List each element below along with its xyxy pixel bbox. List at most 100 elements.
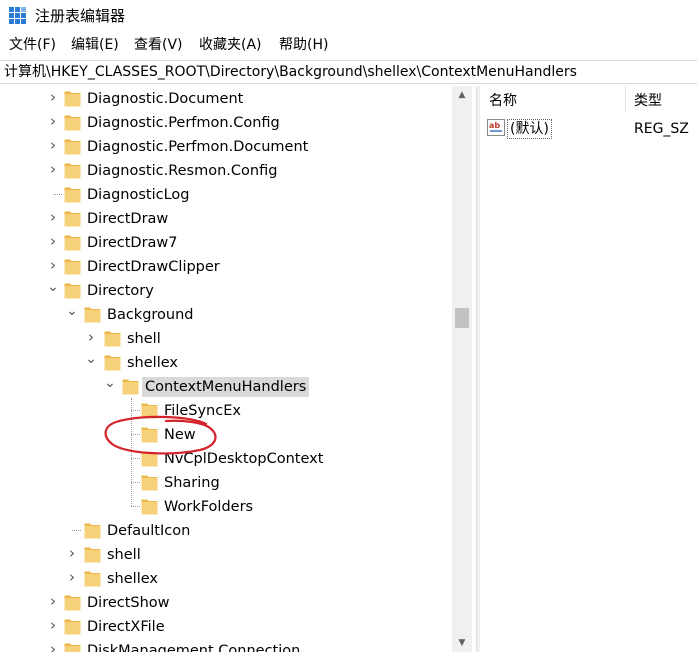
- tree-item-label: Diagnostic.Perfmon.Config: [87, 115, 280, 131]
- value-type: REG_SZ: [634, 121, 689, 137]
- chevron-right-icon[interactable]: ›: [46, 210, 60, 225]
- menu-file[interactable]: 文件(F): [9, 36, 56, 54]
- folder-icon: [84, 523, 101, 539]
- tree-item-shellex[interactable]: › shellex: [0, 567, 452, 591]
- chevron-right-icon[interactable]: ›: [46, 642, 60, 652]
- menu-edit[interactable]: 编辑(E): [71, 36, 119, 54]
- chevron-right-icon[interactable]: ›: [46, 162, 60, 177]
- tree-item-diagnostic-document[interactable]: › Diagnostic.Document: [0, 87, 452, 111]
- tree-item-label: NvCplDesktopContext: [164, 451, 324, 467]
- tree-item-diagnostic-perfmon-document[interactable]: › Diagnostic.Perfmon.Document: [0, 135, 452, 159]
- value-name[interactable]: (默认): [507, 119, 552, 139]
- chevron-right-icon[interactable]: ›: [46, 594, 60, 609]
- tree-item-diagnosticlog[interactable]: DiagnosticLog: [0, 183, 452, 207]
- address-bar[interactable]: 计算机\HKEY_CLASSES_ROOT\Directory\Backgrou…: [0, 60, 697, 84]
- tree-item-label: DirectDrawClipper: [87, 259, 220, 275]
- tree-item-directory[interactable]: ⌄ Directory: [0, 279, 452, 303]
- scrollbar-thumb[interactable]: [455, 308, 469, 328]
- tree-item-directdraw7[interactable]: › DirectDraw7: [0, 231, 452, 255]
- tree-item-filesyncex[interactable]: FileSyncEx: [0, 399, 452, 423]
- chevron-right-icon[interactable]: ›: [46, 138, 60, 153]
- folder-icon: [104, 331, 121, 347]
- window-title: 注册表编辑器: [35, 7, 126, 25]
- tree-item-label: Diagnostic.Perfmon.Document: [87, 139, 309, 155]
- tree-item-label: FileSyncEx: [164, 403, 241, 419]
- tree-item-directxfile[interactable]: › DirectXFile: [0, 615, 452, 639]
- folder-icon: [84, 571, 101, 587]
- folder-icon: [64, 259, 81, 275]
- folder-icon: [64, 163, 81, 179]
- chevron-right-icon[interactable]: ›: [46, 618, 60, 633]
- tree-item-workfolders[interactable]: WorkFolders: [0, 495, 452, 519]
- menu-bar: 文件(F) 编辑(E) 查看(V) 收藏夹(A) 帮助(H): [0, 33, 697, 57]
- folder-icon: [64, 115, 81, 131]
- menu-help[interactable]: 帮助(H): [279, 36, 328, 54]
- menu-view[interactable]: 查看(V): [134, 36, 183, 54]
- tree-item-diagnostic-perfmon-config[interactable]: › Diagnostic.Perfmon.Config: [0, 111, 452, 135]
- tree-item-nvcpldesktopcontext[interactable]: NvCplDesktopContext: [0, 447, 452, 471]
- tree-item-label: DefaultIcon: [107, 523, 191, 539]
- tree-item-new[interactable]: New: [0, 423, 452, 447]
- chevron-down-icon[interactable]: ⌄: [46, 280, 60, 297]
- chevron-right-icon[interactable]: ›: [46, 258, 60, 273]
- tree-item-label: shell: [107, 547, 141, 563]
- tree-item-background[interactable]: ⌄ Background: [0, 303, 452, 327]
- string-value-icon: ab: [487, 119, 505, 136]
- tree-item-directdrawclipper[interactable]: › DirectDrawClipper: [0, 255, 452, 279]
- column-header-type[interactable]: 类型: [634, 92, 662, 110]
- values-pane[interactable]: 名称 类型 ab (默认) REG_SZ: [480, 86, 697, 652]
- folder-icon: [141, 499, 158, 515]
- tree-item-label: Background: [107, 307, 194, 323]
- tree-item-shellex[interactable]: ⌄ shellex: [0, 351, 452, 375]
- title-bar: 注册表编辑器: [0, 0, 697, 32]
- chevron-down-icon[interactable]: ⌄: [84, 352, 98, 369]
- tree-item-label: Directory: [87, 283, 154, 299]
- tree-scrollbar[interactable]: ▲ ▼: [452, 86, 472, 652]
- folder-icon: [141, 475, 158, 491]
- registry-editor-icon: [9, 7, 26, 24]
- tree-item-diagnostic-resmon-config[interactable]: › Diagnostic.Resmon.Config: [0, 159, 452, 183]
- tree-item-shell[interactable]: › shell: [0, 327, 452, 351]
- column-divider[interactable]: [625, 86, 626, 112]
- tree-item-directshow[interactable]: › DirectShow: [0, 591, 452, 615]
- tree-item-contextmenuhandlers[interactable]: ⌄ ContextMenuHandlers: [0, 375, 452, 399]
- tree-item-label: WorkFolders: [164, 499, 254, 515]
- tree-item-shell[interactable]: › shell: [0, 543, 452, 567]
- chevron-right-icon[interactable]: ›: [46, 90, 60, 105]
- folder-icon: [64, 235, 81, 251]
- tree-item-label: ContextMenuHandlers: [142, 377, 310, 397]
- address-path[interactable]: 计算机\HKEY_CLASSES_ROOT\Directory\Backgrou…: [4, 63, 577, 81]
- folder-icon: [141, 427, 158, 443]
- tree-item-label: DirectDraw: [87, 211, 169, 227]
- open-folder-icon: [122, 379, 139, 395]
- tree-item-label: New: [164, 427, 196, 443]
- folder-icon: [84, 547, 101, 563]
- chevron-right-icon[interactable]: ›: [65, 570, 79, 585]
- chevron-right-icon[interactable]: ›: [46, 114, 60, 129]
- tree-item-label: Sharing: [164, 475, 220, 491]
- key-tree[interactable]: › Diagnostic.Document › Diagnostic.Perfmon.…: [0, 86, 456, 652]
- scroll-up-icon[interactable]: ▲: [452, 86, 472, 104]
- chevron-right-icon[interactable]: ›: [46, 234, 60, 249]
- folder-icon: [64, 187, 81, 203]
- scroll-down-icon[interactable]: ▼: [452, 634, 472, 652]
- folder-icon: [64, 91, 81, 107]
- folder-icon: [64, 643, 81, 652]
- tree-item-label: shell: [127, 331, 161, 347]
- tree-item-label: DirectXFile: [87, 619, 165, 635]
- tree-item-label: DiskManagement.Connection: [87, 643, 301, 652]
- column-header-name[interactable]: 名称: [489, 92, 517, 110]
- tree-item-label: Diagnostic.Resmon.Config: [87, 163, 278, 179]
- tree-item-diskmanagement-connection[interactable]: › DiskManagement.Connection: [0, 639, 452, 652]
- tree-item-sharing[interactable]: Sharing: [0, 471, 452, 495]
- chevron-right-icon[interactable]: ›: [84, 330, 98, 345]
- folder-icon: [64, 595, 81, 611]
- svg-text:ab: ab: [489, 121, 500, 130]
- chevron-down-icon[interactable]: ⌄: [65, 304, 79, 321]
- tree-item-directdraw[interactable]: › DirectDraw: [0, 207, 452, 231]
- chevron-right-icon[interactable]: ›: [65, 546, 79, 561]
- menu-favorites[interactable]: 收藏夹(A): [199, 36, 262, 54]
- tree-item-label: DirectDraw7: [87, 235, 178, 251]
- tree-item-defaulticon[interactable]: DefaultIcon: [0, 519, 452, 543]
- chevron-down-icon[interactable]: ⌄: [103, 376, 117, 393]
